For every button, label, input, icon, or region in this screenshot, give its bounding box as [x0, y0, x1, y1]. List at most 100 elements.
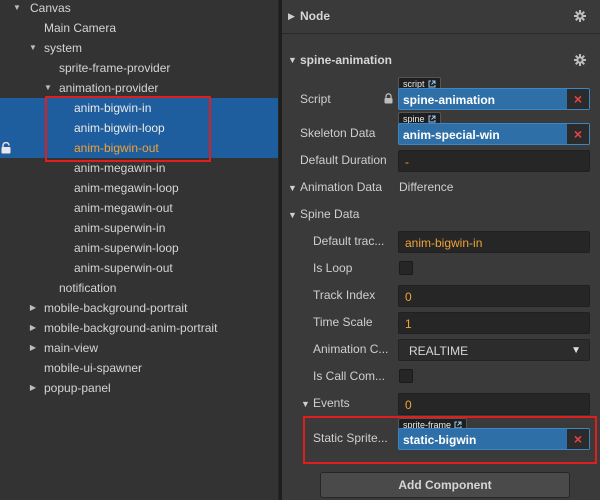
tree-node-label: anim-megawin-out — [74, 201, 173, 215]
skeleton-data-label: Skeleton Data — [300, 126, 376, 140]
tree-node-label: anim-superwin-out — [74, 261, 173, 275]
static-sprite-value: static-bigwin — [403, 433, 477, 447]
tree-node-label: system — [44, 41, 83, 55]
add-component-button[interactable]: Add Component — [320, 472, 570, 498]
is-call-complete-label: Is Call Com... — [313, 369, 386, 383]
static-sprite-ref-field[interactable]: static-bigwin × — [398, 428, 590, 450]
lock-icon[interactable] — [1, 142, 11, 154]
animation-data-label[interactable]: ▼ Animation Data — [288, 176, 398, 198]
lock-icon — [384, 93, 393, 104]
tree-node-system[interactable]: ▼ system — [0, 38, 278, 58]
events-label[interactable]: ▼ Events — [301, 392, 393, 414]
track-index-label: Track Index — [313, 288, 376, 302]
chevron-down-icon[interactable]: ▼ — [288, 45, 297, 75]
tree-node-label: anim-bigwin-out — [74, 141, 159, 155]
chevron-down-icon: ▼ — [571, 345, 581, 356]
external-link-icon[interactable] — [428, 115, 436, 123]
tree-node-label: anim-bigwin-loop — [74, 121, 165, 135]
is-loop-label: Is Loop — [313, 261, 353, 275]
tree-node-label: anim-bigwin-in — [74, 101, 152, 115]
node-section-header[interactable]: ▶ Node — [282, 1, 600, 31]
external-link-icon[interactable] — [428, 80, 436, 88]
animation-callback-value: REALTIME — [409, 344, 469, 358]
track-index-field[interactable]: 0 — [398, 285, 590, 307]
animation-data-text: Animation Data — [300, 180, 383, 194]
script-label: Script — [300, 92, 331, 106]
tree-node-animation-provider[interactable]: ▼ animation-provider — [0, 78, 278, 98]
tree-node-label: popup-panel — [44, 381, 111, 395]
events-count-field[interactable]: 0 — [398, 393, 590, 415]
script-value: spine-animation — [403, 93, 496, 107]
tree-node-label: mobile-ui-spawner — [44, 361, 143, 375]
expand-arrow-icon[interactable]: ▶ — [28, 318, 38, 338]
tree-node-label: anim-superwin-in — [74, 221, 166, 235]
is-call-complete-checkbox[interactable] — [399, 369, 413, 383]
tree-node-anim-bigwin-loop[interactable]: anim-bigwin-loop — [0, 118, 278, 138]
tree-node-label: mobile-background-portrait — [44, 301, 188, 315]
tree-node-anim-megawin-loop[interactable]: anim-megawin-loop — [0, 178, 278, 198]
animation-callback-label: Animation C... — [313, 342, 389, 356]
tree-node-anim-bigwin-out[interactable]: anim-bigwin-out — [0, 138, 278, 158]
tree-node-anim-bigwin-in[interactable]: anim-bigwin-in — [0, 98, 278, 118]
tree-node-label: anim-megawin-in — [74, 161, 166, 175]
default-duration-label: Default Duration — [300, 153, 387, 167]
expand-arrow-icon[interactable]: ▼ — [12, 0, 22, 18]
expand-arrow-icon[interactable]: ▶ — [28, 298, 38, 318]
animation-data-value: Difference — [399, 180, 454, 194]
tree-node-anim-megawin-in[interactable]: anim-megawin-in — [0, 158, 278, 178]
tree-node-anim-superwin-loop[interactable]: anim-superwin-loop — [0, 238, 278, 258]
is-loop-checkbox[interactable] — [399, 261, 413, 275]
tree-node-mobile-background-anim-portrait[interactable]: ▶ mobile-background-anim-portrait — [0, 318, 278, 338]
chevron-down-icon[interactable]: ▼ — [301, 393, 313, 414]
skeleton-data-ref-field[interactable]: anim-special-win × — [398, 123, 590, 145]
tree-node-main-camera[interactable]: Main Camera — [0, 18, 278, 38]
tree-node-mobile-ui-spawner[interactable]: mobile-ui-spawner — [0, 358, 278, 378]
default-track-label: Default trac... — [313, 234, 385, 248]
skeleton-data-value: anim-special-win — [403, 128, 500, 142]
expand-arrow-icon[interactable]: ▶ — [28, 378, 38, 398]
chevron-down-icon[interactable]: ▼ — [288, 204, 300, 225]
time-scale-field[interactable]: 1 — [398, 312, 590, 334]
tree-node-label: animation-provider — [59, 81, 159, 95]
script-ref-field[interactable]: spine-animation × — [398, 88, 590, 110]
default-duration-field[interactable]: - — [398, 150, 590, 172]
spine-data-text: Spine Data — [300, 207, 360, 221]
tree-node-label: Main Camera — [44, 21, 117, 35]
section-title: Node — [300, 9, 330, 23]
hierarchy-panel: ▼ Canvas Main Camera ▼ system sprite-fra… — [0, 0, 278, 500]
tree-node-sprite-frame-provider[interactable]: sprite-frame-provider — [0, 58, 278, 78]
expand-arrow-icon[interactable]: ▼ — [28, 38, 38, 58]
gear-icon[interactable] — [574, 54, 586, 66]
animation-callback-select[interactable]: REALTIME ▼ — [398, 339, 590, 361]
tree-node-label: anim-megawin-loop — [74, 181, 179, 195]
expand-arrow-icon[interactable]: ▶ — [28, 338, 38, 358]
spine-data-label[interactable]: ▼ Spine Data — [288, 203, 398, 225]
spine-animation-section-header[interactable]: ▼ spine-animation — [282, 45, 600, 75]
time-scale-label: Time Scale — [313, 315, 373, 329]
clear-script-button[interactable]: × — [567, 89, 589, 109]
inspector-panel: ▶ Node ▼ spine-animation Script script s… — [282, 0, 600, 500]
default-track-field[interactable]: anim-bigwin-in — [398, 231, 590, 253]
clear-static-sprite-button[interactable]: × — [567, 429, 589, 449]
tree-node-popup-panel[interactable]: ▶ popup-panel — [0, 378, 278, 398]
tree-node-label: mobile-background-anim-portrait — [44, 321, 218, 335]
tree-node-anim-superwin-in[interactable]: anim-superwin-in — [0, 218, 278, 238]
tree-node-main-view[interactable]: ▶ main-view — [0, 338, 278, 358]
gear-icon[interactable] — [574, 10, 586, 22]
tree-node-canvas[interactable]: ▼ Canvas — [0, 0, 278, 18]
events-text: Events — [313, 396, 350, 410]
tree-node-label: sprite-frame-provider — [59, 61, 171, 75]
section-divider — [282, 33, 600, 34]
clear-skeleton-button[interactable]: × — [567, 124, 589, 144]
chevron-down-icon[interactable]: ▼ — [288, 177, 300, 198]
tree-node-label: anim-superwin-loop — [74, 241, 179, 255]
tree-node-label: Canvas — [30, 1, 71, 15]
tree-node-notification[interactable]: notification — [0, 278, 278, 298]
tree-node-label: notification — [59, 281, 117, 295]
triangle-right-icon[interactable]: ▶ — [288, 1, 295, 31]
expand-arrow-icon[interactable]: ▼ — [43, 78, 53, 98]
tree-node-anim-megawin-out[interactable]: anim-megawin-out — [0, 198, 278, 218]
tree-node-mobile-background-portrait[interactable]: ▶ mobile-background-portrait — [0, 298, 278, 318]
tree-node-anim-superwin-out[interactable]: anim-superwin-out — [0, 258, 278, 278]
tree-node-label: main-view — [44, 341, 99, 355]
